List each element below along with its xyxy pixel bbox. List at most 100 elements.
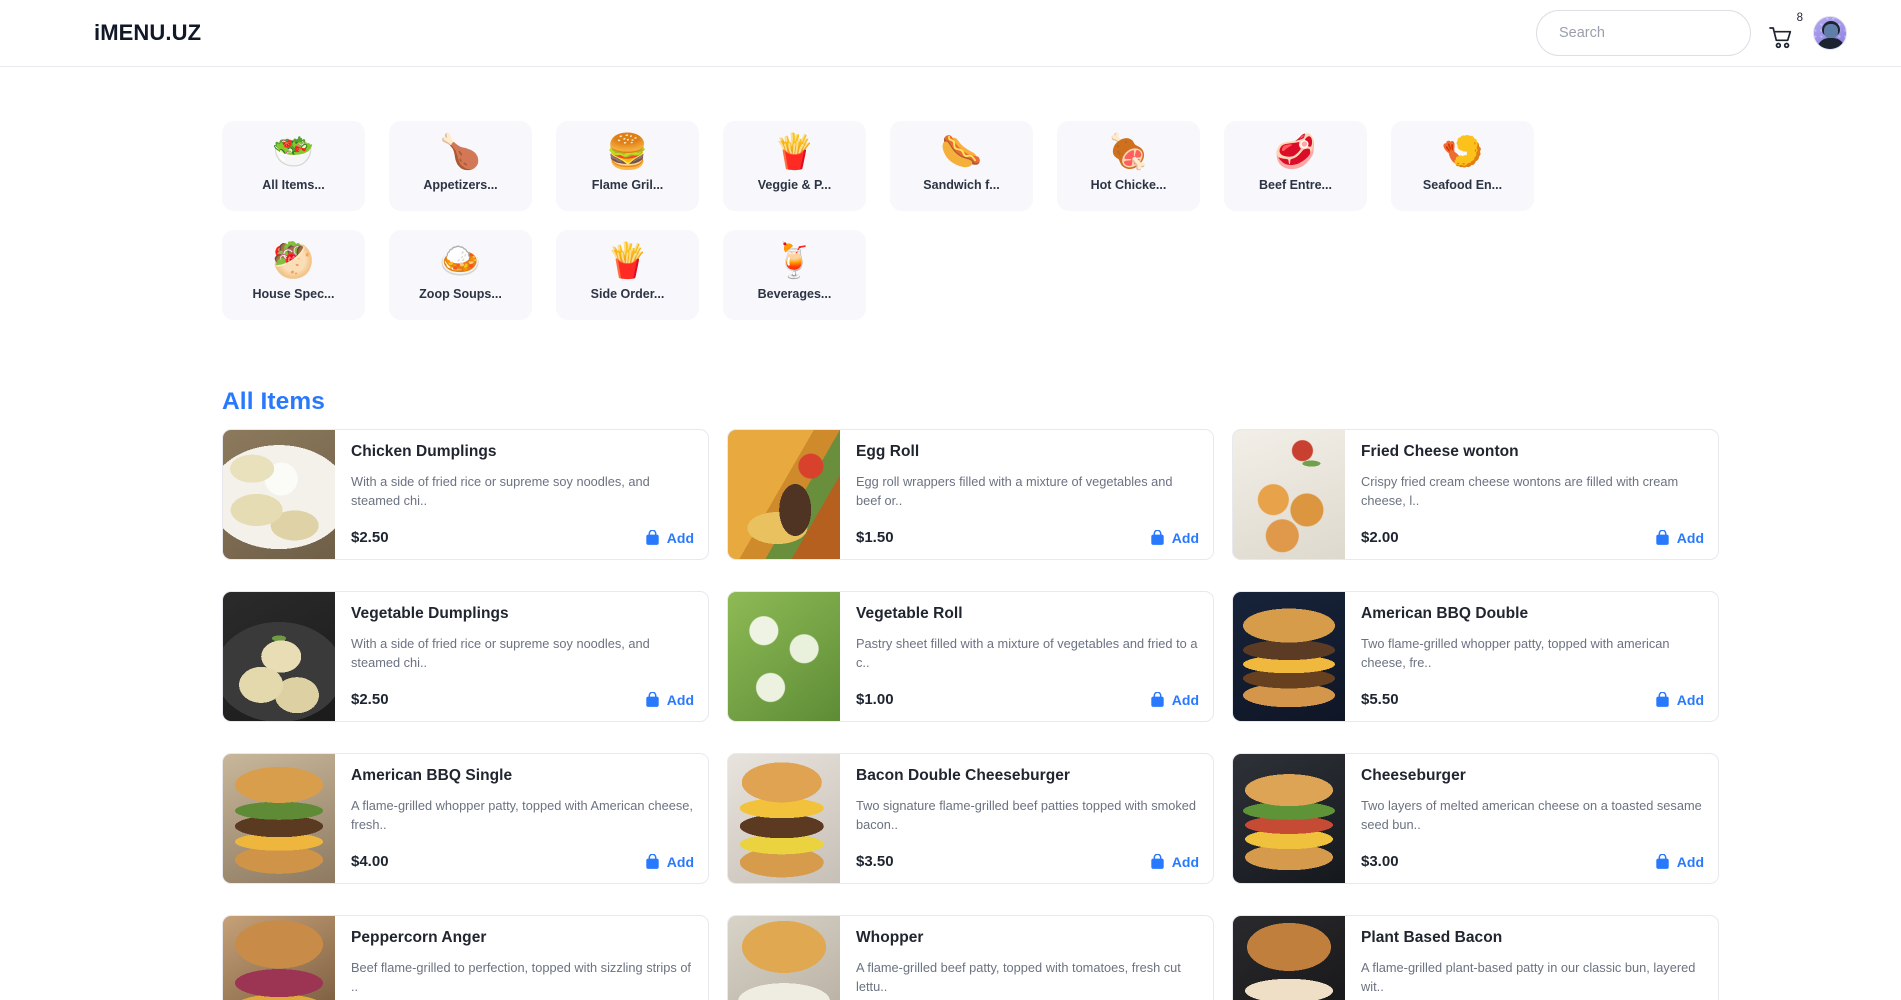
add-to-cart-label: Add (1676, 529, 1704, 546)
menu-item-image (223, 592, 335, 721)
page-body: 🥗 All Items... 🍗 Appetizers... 🍔 Flame Gril..… (0, 67, 1901, 1000)
menu-item-description: Two layers of melted american cheese on … (1361, 798, 1702, 833)
menu-item-card[interactable]: Chicken Dumplings With a side of fried ri… (222, 429, 709, 560)
app-header: iMENU.UZ 8 (0, 0, 1901, 67)
menu-item-photo (1233, 754, 1345, 883)
menu-item-footer: $1.00 Add (856, 691, 1199, 708)
avatar[interactable] (1813, 16, 1847, 50)
add-to-cart-button[interactable]: Add (1150, 529, 1199, 546)
menu-item-image (728, 592, 840, 721)
menu-item-body: Peppercorn Anger Beef flame-grilled to pe… (335, 916, 708, 1000)
shopping-bag-icon (1656, 853, 1669, 869)
menu-item-card[interactable]: Vegetable Dumplings With a side of fried … (222, 591, 709, 722)
shopping-bag-icon (1656, 691, 1669, 707)
menu-item-image (728, 754, 840, 883)
menu-item-card[interactable]: Cheeseburger Two layers of melted america… (1232, 753, 1719, 884)
category-tile[interactable]: 🍤 Seafood En... (1391, 121, 1534, 211)
add-to-cart-label: Add (1171, 853, 1199, 870)
menu-item-footer: $1.50 Add (856, 529, 1199, 546)
category-tile[interactable]: 🍛 Zoop Soups... (389, 230, 532, 320)
roast-chicken-icon: 🍖 (1107, 133, 1150, 171)
menu-item-body: Vegetable Dumplings With a side of fried … (335, 592, 708, 721)
menu-item-image (223, 916, 335, 1000)
menu-item-card[interactable]: Vegetable Roll Pastry sheet filled with a… (727, 591, 1214, 722)
add-to-cart-button[interactable]: Add (645, 853, 694, 870)
menu-item-photo (223, 592, 335, 721)
menu-item-photo (223, 754, 335, 883)
menu-item-footer: $5.50 Add (1361, 691, 1704, 708)
menu-item-photo (223, 430, 335, 559)
sandwich-icon: 🌭 (940, 133, 983, 171)
category-label: Zoop Soups... (419, 287, 502, 301)
menu-item-price: $2.50 (351, 529, 389, 546)
category-label: Veggie & P... (757, 178, 832, 192)
menu-item-footer: $3.00 Add (1361, 853, 1704, 870)
category-tile[interactable]: 🍟 Side Order... (556, 230, 699, 320)
add-to-cart-button[interactable]: Add (1655, 853, 1704, 870)
menu-item-image (728, 916, 840, 1000)
menu-item-card[interactable]: Egg Roll Egg roll wrappers filled with a … (727, 429, 1214, 560)
category-tile[interactable]: 🍗 Appetizers... (389, 121, 532, 211)
menu-item-card[interactable]: Plant Based Bacon A flame-grilled plant-b… (1232, 915, 1719, 1000)
category-tile[interactable]: 🍹 Beverages... (723, 230, 866, 320)
add-to-cart-label: Add (1171, 529, 1199, 546)
add-to-cart-label: Add (666, 691, 694, 708)
menu-item-card[interactable]: American BBQ Single A flame-grilled whopp… (222, 753, 709, 884)
menu-item-body: American BBQ Single A flame-grilled whopp… (335, 754, 708, 883)
category-label: Seafood En... (1422, 178, 1503, 192)
category-tile[interactable]: 🥩 Beef Entre... (1224, 121, 1367, 211)
menu-item-name: Vegetable Roll (856, 605, 963, 622)
menu-item-body: Plant Based Bacon A flame-grilled plant-b… (1345, 916, 1718, 1000)
category-tile[interactable]: 🍔 Flame Gril... (556, 121, 699, 211)
avatar-face (1824, 24, 1838, 39)
menu-item-footer: $2.00 Add (1361, 529, 1704, 546)
menu-item-description: Two flame-grilled whopper patty, topped … (1361, 636, 1670, 671)
search-input[interactable] (1536, 10, 1751, 56)
menu-item-card[interactable]: Whopper A flame-grilled beef patty, toppe… (727, 915, 1214, 1000)
add-to-cart-label: Add (1171, 691, 1199, 708)
category-tile[interactable]: 🥗 All Items... (222, 121, 365, 211)
shopping-bag-icon (646, 529, 659, 545)
menu-item-card[interactable]: Peppercorn Anger Beef flame-grilled to pe… (222, 915, 709, 1000)
menu-item-name: American BBQ Double (1361, 605, 1529, 622)
add-to-cart-button[interactable]: Add (1150, 853, 1199, 870)
menu-item-description: Egg roll wrappers filled with a mixture … (856, 474, 1173, 509)
menu-item-price: $2.50 (351, 691, 389, 708)
category-tile[interactable]: 🥙 House Spec... (222, 230, 365, 320)
menu-item-footer: $2.50 Add (351, 691, 694, 708)
menu-item-description: With a side of fried rice or supreme soy… (351, 636, 650, 671)
add-to-cart-button[interactable]: Add (645, 529, 694, 546)
menu-item-photo (728, 754, 840, 883)
add-to-cart-button[interactable]: Add (645, 691, 694, 708)
menu-item-card[interactable]: Bacon Double Cheeseburger Two signature f… (727, 753, 1214, 884)
menu-item-card[interactable]: Fried Cheese wonton Crispy fried cream ch… (1232, 429, 1719, 560)
menu-item-price: $2.00 (1361, 529, 1399, 546)
menu-item-name: American BBQ Single (351, 767, 513, 784)
burger-icon: 🍔 (606, 133, 649, 171)
menu-item-body: Whopper A flame-grilled beef patty, toppe… (840, 916, 1213, 1000)
category-tile[interactable]: 🌭 Sandwich f... (890, 121, 1033, 211)
shopping-bag-icon (646, 853, 659, 869)
cart-button[interactable]: 8 (1765, 12, 1803, 50)
add-to-cart-button[interactable]: Add (1150, 691, 1199, 708)
add-to-cart-button[interactable]: Add (1655, 691, 1704, 708)
shopping-bag-icon (1151, 853, 1164, 869)
shopping-cart-icon (1769, 27, 1792, 49)
menu-item-photo (728, 916, 840, 1000)
menu-item-image (1233, 916, 1345, 1000)
salad-bowl-icon: 🥗 (272, 133, 315, 171)
category-tile[interactable]: 🍟 Veggie & P... (723, 121, 866, 211)
menu-item-footer: $4.00 Add (351, 853, 694, 870)
menu-item-name: Whopper (856, 929, 924, 946)
menu-item-photo (1233, 592, 1345, 721)
category-label: Appetizers... (423, 178, 498, 192)
header-actions: 8 (1536, 10, 1847, 56)
add-to-cart-button[interactable]: Add (1655, 529, 1704, 546)
brand-logo[interactable]: iMENU.UZ (94, 20, 201, 46)
menu-item-name: Plant Based Bacon (1361, 929, 1503, 946)
menu-item-card[interactable]: American BBQ Double Two flame-grilled who… (1232, 591, 1719, 722)
menu-item-name: Cheeseburger (1361, 767, 1466, 784)
category-tile[interactable]: 🍖 Hot Chicke... (1057, 121, 1200, 211)
menu-item-body: Fried Cheese wonton Crispy fried cream ch… (1345, 430, 1718, 559)
shopping-bag-icon (1151, 529, 1164, 545)
